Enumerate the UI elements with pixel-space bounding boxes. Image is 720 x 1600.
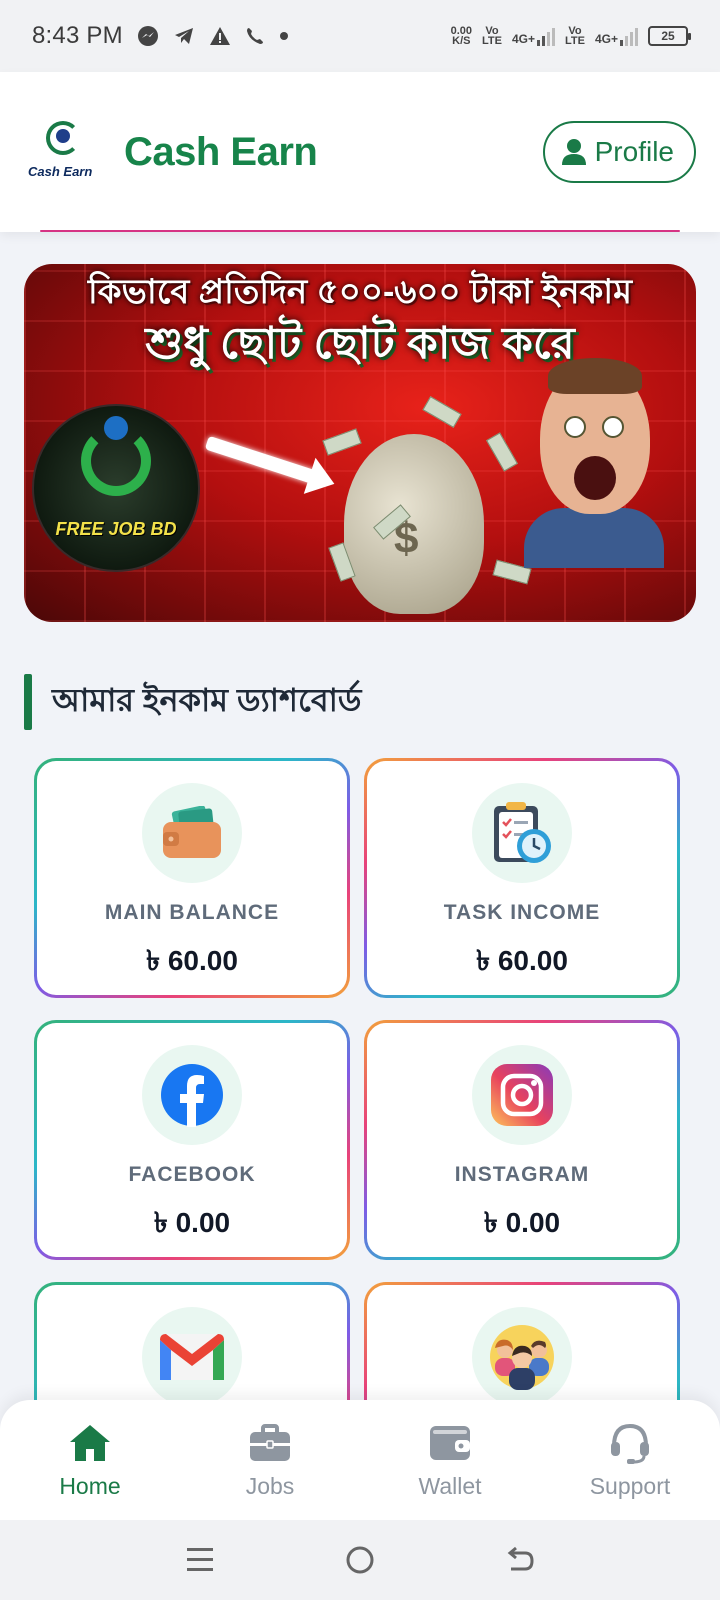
app-logo[interactable]: Cash Earn (24, 113, 102, 191)
card-label: FACEBOOK (128, 1163, 256, 1186)
battery-level: 25 (661, 29, 675, 43)
face-hair (548, 358, 642, 394)
profile-button[interactable]: Profile (542, 121, 696, 183)
menu-icon[interactable] (180, 1540, 220, 1580)
headset-icon (608, 1421, 652, 1465)
shocked-face-image (540, 358, 650, 514)
sim1-lte: LTE (482, 35, 502, 47)
status-notification-icons (137, 25, 289, 47)
card-label: TASK INCOME (443, 901, 601, 924)
nav-jobs[interactable]: Jobs (180, 1400, 360, 1520)
card-task-income[interactable]: TASK INCOME ৳ 60.00 (364, 758, 680, 998)
team-icon (472, 1307, 572, 1407)
sim1-net-type: 4G+ (512, 32, 536, 46)
dashboard-title: আমার ইনকাম ড্যাশবোর্ড (52, 682, 362, 718)
status-time: 8:43 PM (32, 22, 123, 49)
status-bar: 8:43 PM 0.00 K/S Vo LTE 4G+ Vo LTE 4G+ 2… (0, 0, 720, 72)
card-value: ৳ 60.00 (146, 945, 238, 976)
wifi-call-icon (246, 28, 263, 44)
home-circle-icon[interactable] (340, 1540, 380, 1580)
face-eye (602, 416, 624, 438)
face-eye (564, 416, 586, 438)
person-shirt (524, 508, 664, 568)
app-header: Cash Earn Cash Earn Profile (0, 72, 720, 232)
net-speed-unit: K/S (452, 35, 471, 47)
nav-home[interactable]: Home (0, 1400, 180, 1520)
promo-banner[interactable]: কিভাবে প্রতিদিন ৫০০-৬০০ টাকা ইনকাম শুধু … (24, 264, 696, 622)
money-bag-icon: $ (344, 434, 484, 614)
banner-logo-text: FREE JOB BD (55, 519, 177, 539)
back-icon[interactable] (500, 1540, 540, 1580)
signal-bars-icon (537, 26, 556, 46)
gmail-icon (142, 1307, 242, 1407)
card-label: MAIN BALANCE (104, 901, 280, 924)
sim1-signal: 4G+ (512, 26, 556, 46)
card-value: ৳ 60.00 (476, 945, 568, 976)
app-title: Cash Earn (124, 129, 318, 174)
header-divider (40, 230, 680, 232)
warning-icon (209, 27, 230, 45)
card-value: ৳ 0.00 (153, 1207, 231, 1238)
signal-bars-icon (620, 26, 638, 46)
card-value: ৳ 0.00 (483, 1207, 561, 1238)
card-instagram[interactable]: INSTAGRAM ৳ 0.00 (364, 1020, 680, 1260)
user-icon (561, 139, 586, 165)
sim2-signal: 4G+ (595, 26, 638, 46)
sim2-lte: LTE (565, 35, 585, 47)
sim1-volte: Vo LTE (482, 26, 502, 47)
nav-wallet[interactable]: Wallet (360, 1400, 540, 1520)
telegram-icon (174, 28, 193, 44)
clipboard-clock-icon (472, 783, 572, 883)
card-facebook[interactable]: FACEBOOK ৳ 0.00 (34, 1020, 350, 1260)
dot-icon (279, 32, 288, 40)
bottom-navigation: Home Jobs Wallet Support (0, 1400, 720, 1520)
logo-mark-icon (46, 121, 80, 155)
card-main-balance[interactable]: MAIN BALANCE ৳ 60.00 (34, 758, 350, 998)
heading-accent-bar (24, 674, 32, 730)
profile-label: Profile (594, 136, 674, 167)
nav-jobs-label: Jobs (245, 1472, 295, 1499)
logo-figure-icon (81, 426, 151, 496)
free-job-bd-logo: FREE JOB BD (32, 404, 200, 572)
card-label: INSTAGRAM (454, 1163, 590, 1186)
nav-support[interactable]: Support (540, 1400, 720, 1520)
instagram-icon (472, 1045, 572, 1145)
wallet-icon (428, 1421, 472, 1465)
sim2-volte: Vo LTE (565, 26, 585, 47)
nav-home-label: Home (59, 1472, 121, 1499)
home-icon (68, 1421, 112, 1465)
face-mouth (574, 456, 616, 500)
battery-icon: 25 (648, 26, 691, 46)
net-speed: 0.00 K/S (451, 26, 472, 47)
nav-support-label: Support (589, 1472, 671, 1499)
logo-text: Cash Earn (28, 164, 93, 179)
sim2-net-type: 4G+ (594, 32, 618, 46)
dashboard-heading: আমার ইনকাম ড্যাশবোর্ড (24, 674, 361, 730)
messenger-icon (137, 26, 158, 46)
status-system-icons: 0.00 K/S Vo LTE 4G+ Vo LTE 4G+ 25 (451, 26, 691, 47)
wallet-icon (142, 783, 242, 883)
briefcase-icon (248, 1421, 292, 1465)
nav-wallet-label: Wallet (418, 1472, 482, 1499)
system-navigation-bar (0, 1520, 720, 1600)
facebook-icon (142, 1045, 242, 1145)
